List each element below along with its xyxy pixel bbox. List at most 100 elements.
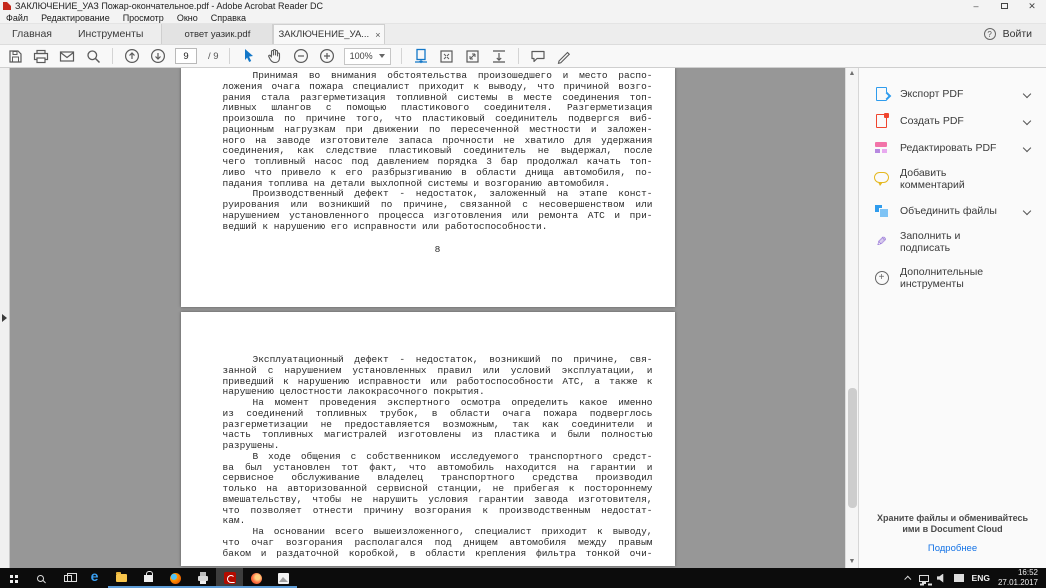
sidebar-tool-item[interactable]: Заполнить и подписать (859, 224, 1046, 260)
menu-item[interactable]: Файл (6, 13, 28, 23)
navigation-pane-strip[interactable] (0, 68, 10, 568)
chevron-down-icon (1023, 89, 1031, 97)
menu-item[interactable]: Окно (177, 13, 198, 23)
scrolling-mode-icon[interactable] (412, 47, 430, 65)
toolbar-separator (518, 48, 519, 64)
fit-page-icon[interactable] (438, 47, 456, 65)
taskbar-app[interactable] (27, 568, 54, 588)
window-title: ЗАКЛЮЧЕНИЕ_УАЗ Пожар-окончательное.pdf -… (15, 1, 323, 11)
doc-tab-active[interactable]: ЗАКЛЮЧЕНИЕ_УА... × (273, 24, 385, 44)
full-screen-icon[interactable] (464, 47, 482, 65)
zoom-level-dropdown[interactable]: 100% (344, 48, 391, 65)
window-controls: – ✕ (962, 0, 1046, 12)
toolbar: 9 / 9 100% (0, 44, 1046, 68)
doc-tab-inactive[interactable]: ответ уазик.pdf (161, 24, 273, 44)
next-page-icon[interactable] (149, 47, 167, 65)
scroll-up-icon[interactable]: ▲ (846, 69, 858, 79)
tab-close-icon[interactable]: × (375, 30, 380, 40)
network-icon[interactable] (919, 575, 929, 582)
close-button[interactable]: ✕ (1018, 0, 1046, 12)
sidebar-tool-item[interactable]: Объединить файлы (859, 197, 1046, 224)
previous-page-icon[interactable] (123, 47, 141, 65)
chevron-down-icon (1023, 143, 1031, 151)
document-text-line: из соединений топливных трубок, в област… (223, 409, 653, 420)
task-view-icon (64, 575, 72, 582)
scrollbar-thumb[interactable] (848, 388, 857, 508)
edge-icon (91, 575, 99, 581)
save-icon[interactable] (6, 47, 24, 65)
volume-icon[interactable] (937, 574, 946, 583)
document-text-line: ведший к нарушению его исправности или р… (223, 222, 653, 233)
chevron-down-icon (1023, 206, 1031, 214)
fit-width-icon[interactable] (490, 47, 508, 65)
chevron-down-icon (379, 54, 385, 58)
sidebar-tool-item[interactable]: Создать PDF (859, 107, 1046, 134)
sidebar-tool-item[interactable]: Дополнительные инструменты (859, 260, 1046, 296)
tab-tools[interactable]: Инструменты (78, 28, 143, 40)
sidebar-tool-item[interactable]: Добавить комментарий (859, 161, 1046, 197)
select-tool-icon[interactable] (240, 47, 258, 65)
taskbar-app[interactable] (0, 568, 27, 588)
edit-pdf-icon (874, 140, 889, 155)
highlight-pencil-icon[interactable] (555, 47, 573, 65)
maximize-button[interactable] (990, 0, 1018, 12)
vertical-scrollbar[interactable]: ▲ ▼ (845, 68, 858, 568)
sidebar-tool-item[interactable]: Экспорт PDF (859, 80, 1046, 107)
taskbar-app[interactable] (108, 568, 135, 588)
ime-icon[interactable] (954, 574, 964, 582)
help-icon[interactable]: ? (984, 28, 996, 40)
scroll-down-icon[interactable]: ▼ (846, 557, 858, 567)
chevron-down-icon (1023, 116, 1031, 124)
email-icon[interactable] (58, 47, 76, 65)
clock[interactable]: 16:52 27.01.2017 (998, 568, 1038, 587)
taskbar-app[interactable] (216, 568, 243, 588)
sign-in-button[interactable]: Войти (1003, 28, 1032, 40)
document-text-line: вмешательству, чтобы не нарушить условия… (223, 495, 653, 506)
chevron-up-icon[interactable] (904, 575, 911, 582)
taskbar-app[interactable] (189, 568, 216, 588)
sidebar-tool-label: Редактировать PDF (900, 142, 996, 154)
sidebar-tool-item[interactable]: Редактировать PDF (859, 134, 1046, 161)
document-canvas: Принимая во внимания обстоятельства прои… (10, 68, 845, 568)
taskbar-app[interactable] (270, 568, 297, 588)
minimize-button[interactable]: – (962, 0, 990, 12)
zoom-out-icon[interactable] (292, 47, 310, 65)
taskbar-app[interactable] (54, 568, 81, 588)
document-text-line: ливо что привело к его разбрызгиванию в … (223, 168, 653, 179)
zoom-level-value: 100% (350, 51, 373, 61)
taskbar-app[interactable] (135, 568, 162, 588)
taskbar-app[interactable] (243, 568, 270, 588)
comment-bubble-icon[interactable] (529, 47, 547, 65)
tray-time: 16:52 (1018, 568, 1038, 577)
search-icon[interactable] (84, 47, 102, 65)
document-text-line: занной с нарушением установленных правил… (223, 366, 653, 377)
document-cloud-promo: Храните файлы и обменивайтесь ими в Docu… (859, 513, 1046, 568)
menu-item[interactable]: Редактирование (41, 13, 110, 23)
tools-sidebar: Экспорт PDF Создать PDF Редактировать PD… (858, 68, 1046, 568)
taskbar-app[interactable] (81, 568, 108, 588)
zoom-in-icon[interactable] (318, 47, 336, 65)
sidebar-tool-label: Дополнительные инструменты (900, 266, 1013, 290)
nav-tabs: Главная Инструменты (0, 24, 161, 44)
language-indicator[interactable]: ENG (972, 573, 990, 583)
store-icon (144, 575, 153, 582)
print-icon[interactable] (32, 47, 50, 65)
page-number-input[interactable]: 9 (175, 48, 197, 64)
add-comment-icon (874, 172, 889, 187)
start-button-icon (10, 575, 13, 578)
menu-item[interactable]: Просмотр (123, 13, 164, 23)
cloud-promo-link[interactable]: Подробнее (873, 543, 1032, 554)
page-number-label: 8 (223, 245, 653, 256)
title-bar: ЗАКЛЮЧЕНИЕ_УАЗ Пожар-окончательное.pdf -… (0, 0, 1046, 12)
sidebar-tool-label: Объединить файлы (900, 205, 997, 217)
hand-tool-icon[interactable] (266, 47, 284, 65)
tab-home[interactable]: Главная (12, 28, 52, 40)
document-text-line: часть топливных магистралей изготовлены … (223, 430, 653, 441)
taskbar-app[interactable] (162, 568, 189, 588)
printer-app-icon (198, 576, 208, 581)
sidebar-tool-label: Создать PDF (900, 115, 964, 127)
document-text-line: что позволяет отнести причину возгорания… (223, 506, 653, 517)
acrobat-app-icon (3, 2, 11, 10)
menu-item[interactable]: Справка (211, 13, 246, 23)
pdf-page-9: Эксплуатационный дефект - недостаток, во… (181, 312, 675, 566)
